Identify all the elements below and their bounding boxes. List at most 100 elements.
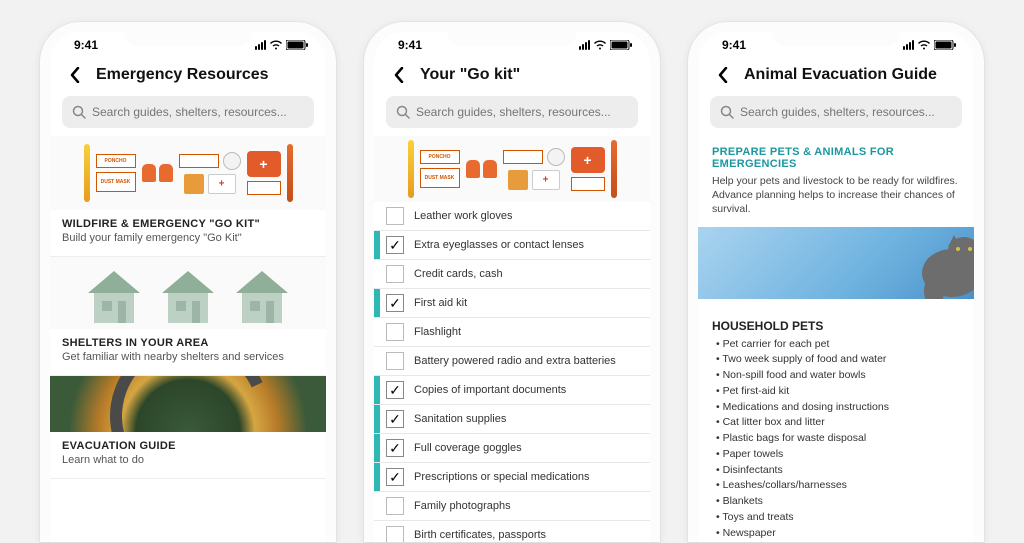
card-shelters[interactable]: SHELTERS IN YOUR AREA Get familiar with …: [50, 257, 326, 376]
back-button[interactable]: [388, 64, 410, 86]
check-strip: [374, 521, 380, 542]
resources-list[interactable]: PONCHO DUST MASK +: [50, 136, 326, 542]
checklist-label: Flashlight: [414, 326, 461, 338]
status-indicators: [255, 40, 308, 50]
bullet-item: Medications and dosing instructions: [716, 400, 960, 416]
checkbox[interactable]: [386, 526, 404, 542]
search-icon: [720, 105, 734, 119]
checklist-label: Extra eyeglasses or contact lenses: [414, 239, 584, 251]
article-heading: PREPARE PETS & ANIMALS FOR EMERGENCIES: [712, 146, 960, 170]
status-indicators: [903, 40, 956, 50]
checkbox[interactable]: ✓: [386, 468, 404, 486]
checkmark-icon: ✓: [389, 441, 401, 455]
checklist-row[interactable]: ✓ Full coverage goggles: [374, 434, 650, 463]
page-title: Animal Evacuation Guide: [744, 66, 937, 84]
search-input[interactable]: [92, 105, 304, 119]
search-input[interactable]: [416, 105, 628, 119]
checklist-label: Credit cards, cash: [414, 268, 503, 280]
check-strip: [374, 405, 380, 433]
chevron-left-icon: [69, 67, 81, 83]
search-icon: [72, 105, 86, 119]
back-button[interactable]: [712, 64, 734, 86]
card-subtitle: Learn what to do: [62, 454, 314, 466]
bullet-item: Blankets: [716, 494, 960, 510]
back-button[interactable]: [64, 64, 86, 86]
checklist-row[interactable]: Battery powered radio and extra batterie…: [374, 347, 650, 376]
notch: [123, 22, 253, 46]
header: Your "Go kit": [374, 58, 650, 96]
check-strip: [374, 289, 380, 317]
checklist-row[interactable]: ✓ Sanitation supplies: [374, 405, 650, 434]
battery-icon: [610, 40, 632, 50]
checklist-label: Birth certificates, passports: [414, 529, 546, 541]
checklist-row[interactable]: Family photographs: [374, 492, 650, 521]
evacuation-illustration: [50, 376, 326, 432]
battery-icon: [934, 40, 956, 50]
check-strip: [374, 376, 380, 404]
card-title: EVACUATION GUIDE: [62, 440, 314, 452]
checkbox[interactable]: ✓: [386, 236, 404, 254]
checkmark-icon: ✓: [389, 238, 401, 252]
checkbox[interactable]: ✓: [386, 410, 404, 428]
checklist-row[interactable]: Credit cards, cash: [374, 260, 650, 289]
checklist-label: Full coverage goggles: [414, 442, 522, 454]
checklist-row[interactable]: ✓ First aid kit: [374, 289, 650, 318]
check-strip: [374, 202, 380, 230]
checklist-row[interactable]: Leather work gloves: [374, 202, 650, 231]
go-kit-illustration: PONCHO DUST MASK +: [50, 136, 326, 210]
checklist-row[interactable]: ✓ Extra eyeglasses or contact lenses: [374, 231, 650, 260]
checkbox[interactable]: [386, 265, 404, 283]
page-title: Your "Go kit": [420, 66, 520, 84]
card-go-kit[interactable]: PONCHO DUST MASK +: [50, 136, 326, 257]
go-kit-illustration: PONCHO DUST MASK +: [374, 136, 650, 202]
status-time: 9:41: [722, 38, 746, 52]
header: Emergency Resources: [50, 58, 326, 96]
search-input[interactable]: [740, 105, 952, 119]
bullet-item: Disinfectants: [716, 463, 960, 479]
checklist-label: Copies of important documents: [414, 384, 566, 396]
checklist-label: Sanitation supplies: [414, 413, 506, 425]
checkbox[interactable]: ✓: [386, 294, 404, 312]
bullet-item: Leashes/collars/harnesses: [716, 478, 960, 494]
checkbox[interactable]: [386, 323, 404, 341]
search-icon: [396, 105, 410, 119]
battery-icon: [286, 40, 308, 50]
check-strip: [374, 463, 380, 491]
bullet-item: Cat litter box and litter: [716, 415, 960, 431]
card-title: WILDFIRE & EMERGENCY "GO KIT": [62, 218, 314, 230]
check-strip: [374, 434, 380, 462]
bullet-item: Two week supply of food and water: [716, 352, 960, 368]
checklist-row[interactable]: Flashlight: [374, 318, 650, 347]
check-strip: [374, 260, 380, 288]
bullet-item: Newspaper: [716, 526, 960, 542]
card-evacuation[interactable]: EVACUATION GUIDE Learn what to do: [50, 376, 326, 479]
article-content[interactable]: PREPARE PETS & ANIMALS FOR EMERGENCIES H…: [698, 136, 974, 542]
bullet-item: Pet first-aid kit: [716, 384, 960, 400]
check-strip: [374, 347, 380, 375]
status-time: 9:41: [398, 38, 422, 52]
notch: [771, 22, 901, 46]
cellular-icon: [255, 40, 266, 50]
section-heading: HOUSEHOLD PETS: [712, 319, 960, 333]
checklist-row[interactable]: Birth certificates, passports: [374, 521, 650, 542]
card-title: SHELTERS IN YOUR AREA: [62, 337, 314, 349]
checklist[interactable]: PONCHO DUST MASK +: [374, 136, 650, 542]
status-time: 9:41: [74, 38, 98, 52]
search-bar[interactable]: [710, 96, 962, 128]
checkbox[interactable]: ✓: [386, 439, 404, 457]
checklist-row[interactable]: ✓Prescriptions or special medications: [374, 463, 650, 492]
status-indicators: [579, 40, 632, 50]
checklist-row[interactable]: ✓ Copies of important documents: [374, 376, 650, 405]
cellular-icon: [903, 40, 914, 50]
search-bar[interactable]: [62, 96, 314, 128]
checkbox[interactable]: [386, 497, 404, 515]
check-strip: [374, 492, 380, 520]
checkbox[interactable]: [386, 352, 404, 370]
checkbox[interactable]: ✓: [386, 381, 404, 399]
bullet-item: Toys and treats: [716, 510, 960, 526]
wifi-icon: [269, 40, 283, 50]
checklist-label: First aid kit: [414, 297, 467, 309]
checkmark-icon: ✓: [389, 470, 401, 484]
search-bar[interactable]: [386, 96, 638, 128]
checkbox[interactable]: [386, 207, 404, 225]
